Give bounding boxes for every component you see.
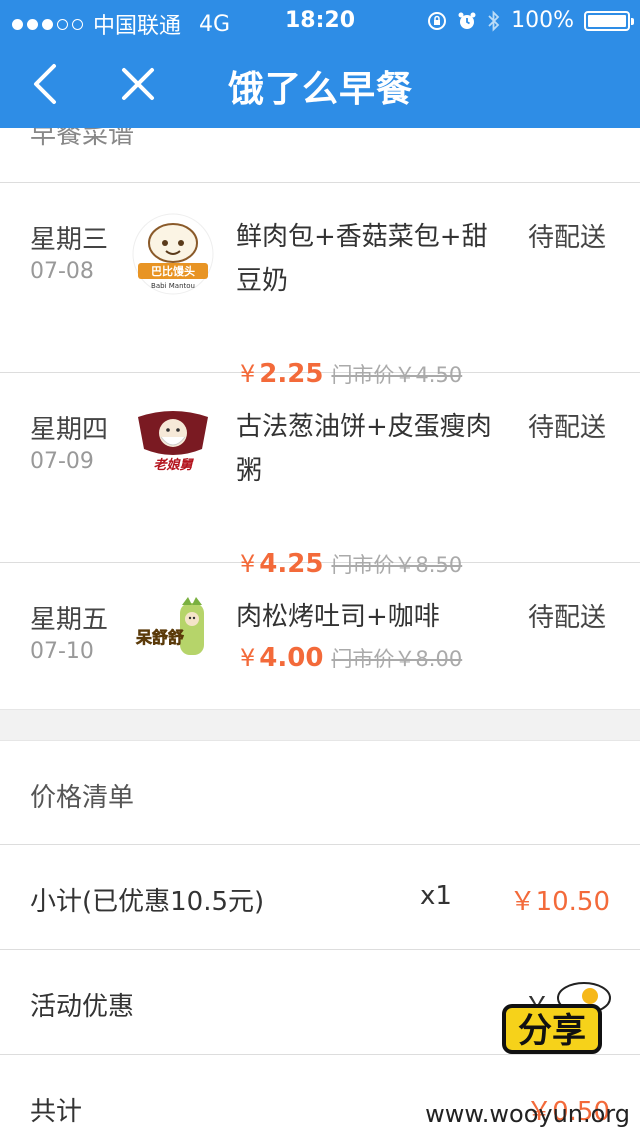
babi-mantou-logo: 巴比馒头 Babi Mantou [132, 213, 214, 295]
navigation-bar: 饿了么早餐 [0, 40, 640, 128]
market-price: 门市价￥8.00 [331, 647, 463, 671]
total-label: 共计 [30, 1097, 83, 1127]
price-line: ¥ 4.00 门市价￥8.00 [240, 643, 462, 673]
menu-list-item[interactable]: 星期四 07-09 老娘舅 古法葱油饼+皮蛋瘦肉粥 待配送 ¥ 4.25 门市价… [0, 373, 640, 579]
bluetooth-icon [488, 9, 500, 32]
svg-text:巴比馒头: 巴比馒头 [151, 264, 195, 278]
menu-date: 07-08 [30, 259, 94, 284]
menu-list-item[interactable]: 星期三 07-08 巴比馒头 Babi Mantou 鲜肉包+香菇菜包+甜豆奶 … [0, 183, 640, 389]
page-title: 饿了么早餐 [228, 69, 414, 110]
price-list-header: 价格清单 [0, 741, 640, 845]
delivery-status: 待配送 [528, 413, 607, 443]
delivery-status: 待配送 [528, 603, 607, 633]
delivery-status: 待配送 [528, 223, 607, 253]
menu-list-item[interactable]: 星期五 07-10 呆舒舒 肉松烤吐司+咖啡 待配送 ¥ 4.00 门市价￥8.… [0, 563, 640, 709]
menu-section-title: 早餐菜谱 [30, 128, 135, 150]
battery-percent: 100% [511, 8, 574, 33]
daishushu-logo: 呆舒舒 [135, 597, 204, 655]
subtotal-quantity: x1 [420, 881, 452, 911]
menu-day: 星期三 [30, 225, 109, 255]
menu-dish-name: 鲜肉包+香菇菜包+甜豆奶 [236, 222, 488, 296]
close-icon[interactable] [116, 62, 160, 106]
menu-dish-name: 古法葱油饼+皮蛋瘦肉粥 [236, 412, 492, 486]
promotion-label: 活动优惠 [30, 992, 135, 1022]
menu-date: 07-10 [30, 639, 94, 664]
battery-icon [584, 10, 634, 31]
share-watermark-logo: 分享 [502, 982, 611, 1054]
watermark-site-text: www.wooyun.org [425, 1100, 630, 1128]
discount-price: 4.00 [259, 643, 324, 673]
subtotal-amount: ￥10.50 [509, 887, 610, 917]
menu-section-header: 早餐菜谱 [0, 128, 640, 183]
menu-day: 星期四 [30, 415, 109, 445]
price-list-title: 价格清单 [30, 783, 135, 813]
laoniangjiu-logo: 老娘舅 [138, 411, 208, 473]
back-arrow-icon[interactable] [24, 60, 68, 108]
subtotal-label: 小计(已优惠10.5元) [30, 887, 265, 917]
alarm-icon [458, 12, 476, 29]
price-row-subtotal: 小计(已优惠10.5元) x1 ￥10.50 [0, 845, 640, 950]
svg-text:分享: 分享 [518, 1011, 586, 1051]
svg-text:Babi Mantou: Babi Mantou [151, 282, 195, 290]
status-bar: 中国联通 4G 18:20 100% [0, 0, 640, 40]
rotation-lock-icon [428, 11, 447, 30]
menu-date: 07-09 [30, 449, 94, 474]
svg-text:呆舒舒: 呆舒舒 [135, 628, 184, 647]
svg-text:老娘舅: 老娘舅 [153, 457, 194, 473]
currency-symbol: ¥ [240, 644, 256, 672]
menu-dish-name: 肉松烤吐司+咖啡 [236, 602, 440, 632]
section-divider [0, 709, 640, 741]
menu-day: 星期五 [30, 605, 109, 635]
